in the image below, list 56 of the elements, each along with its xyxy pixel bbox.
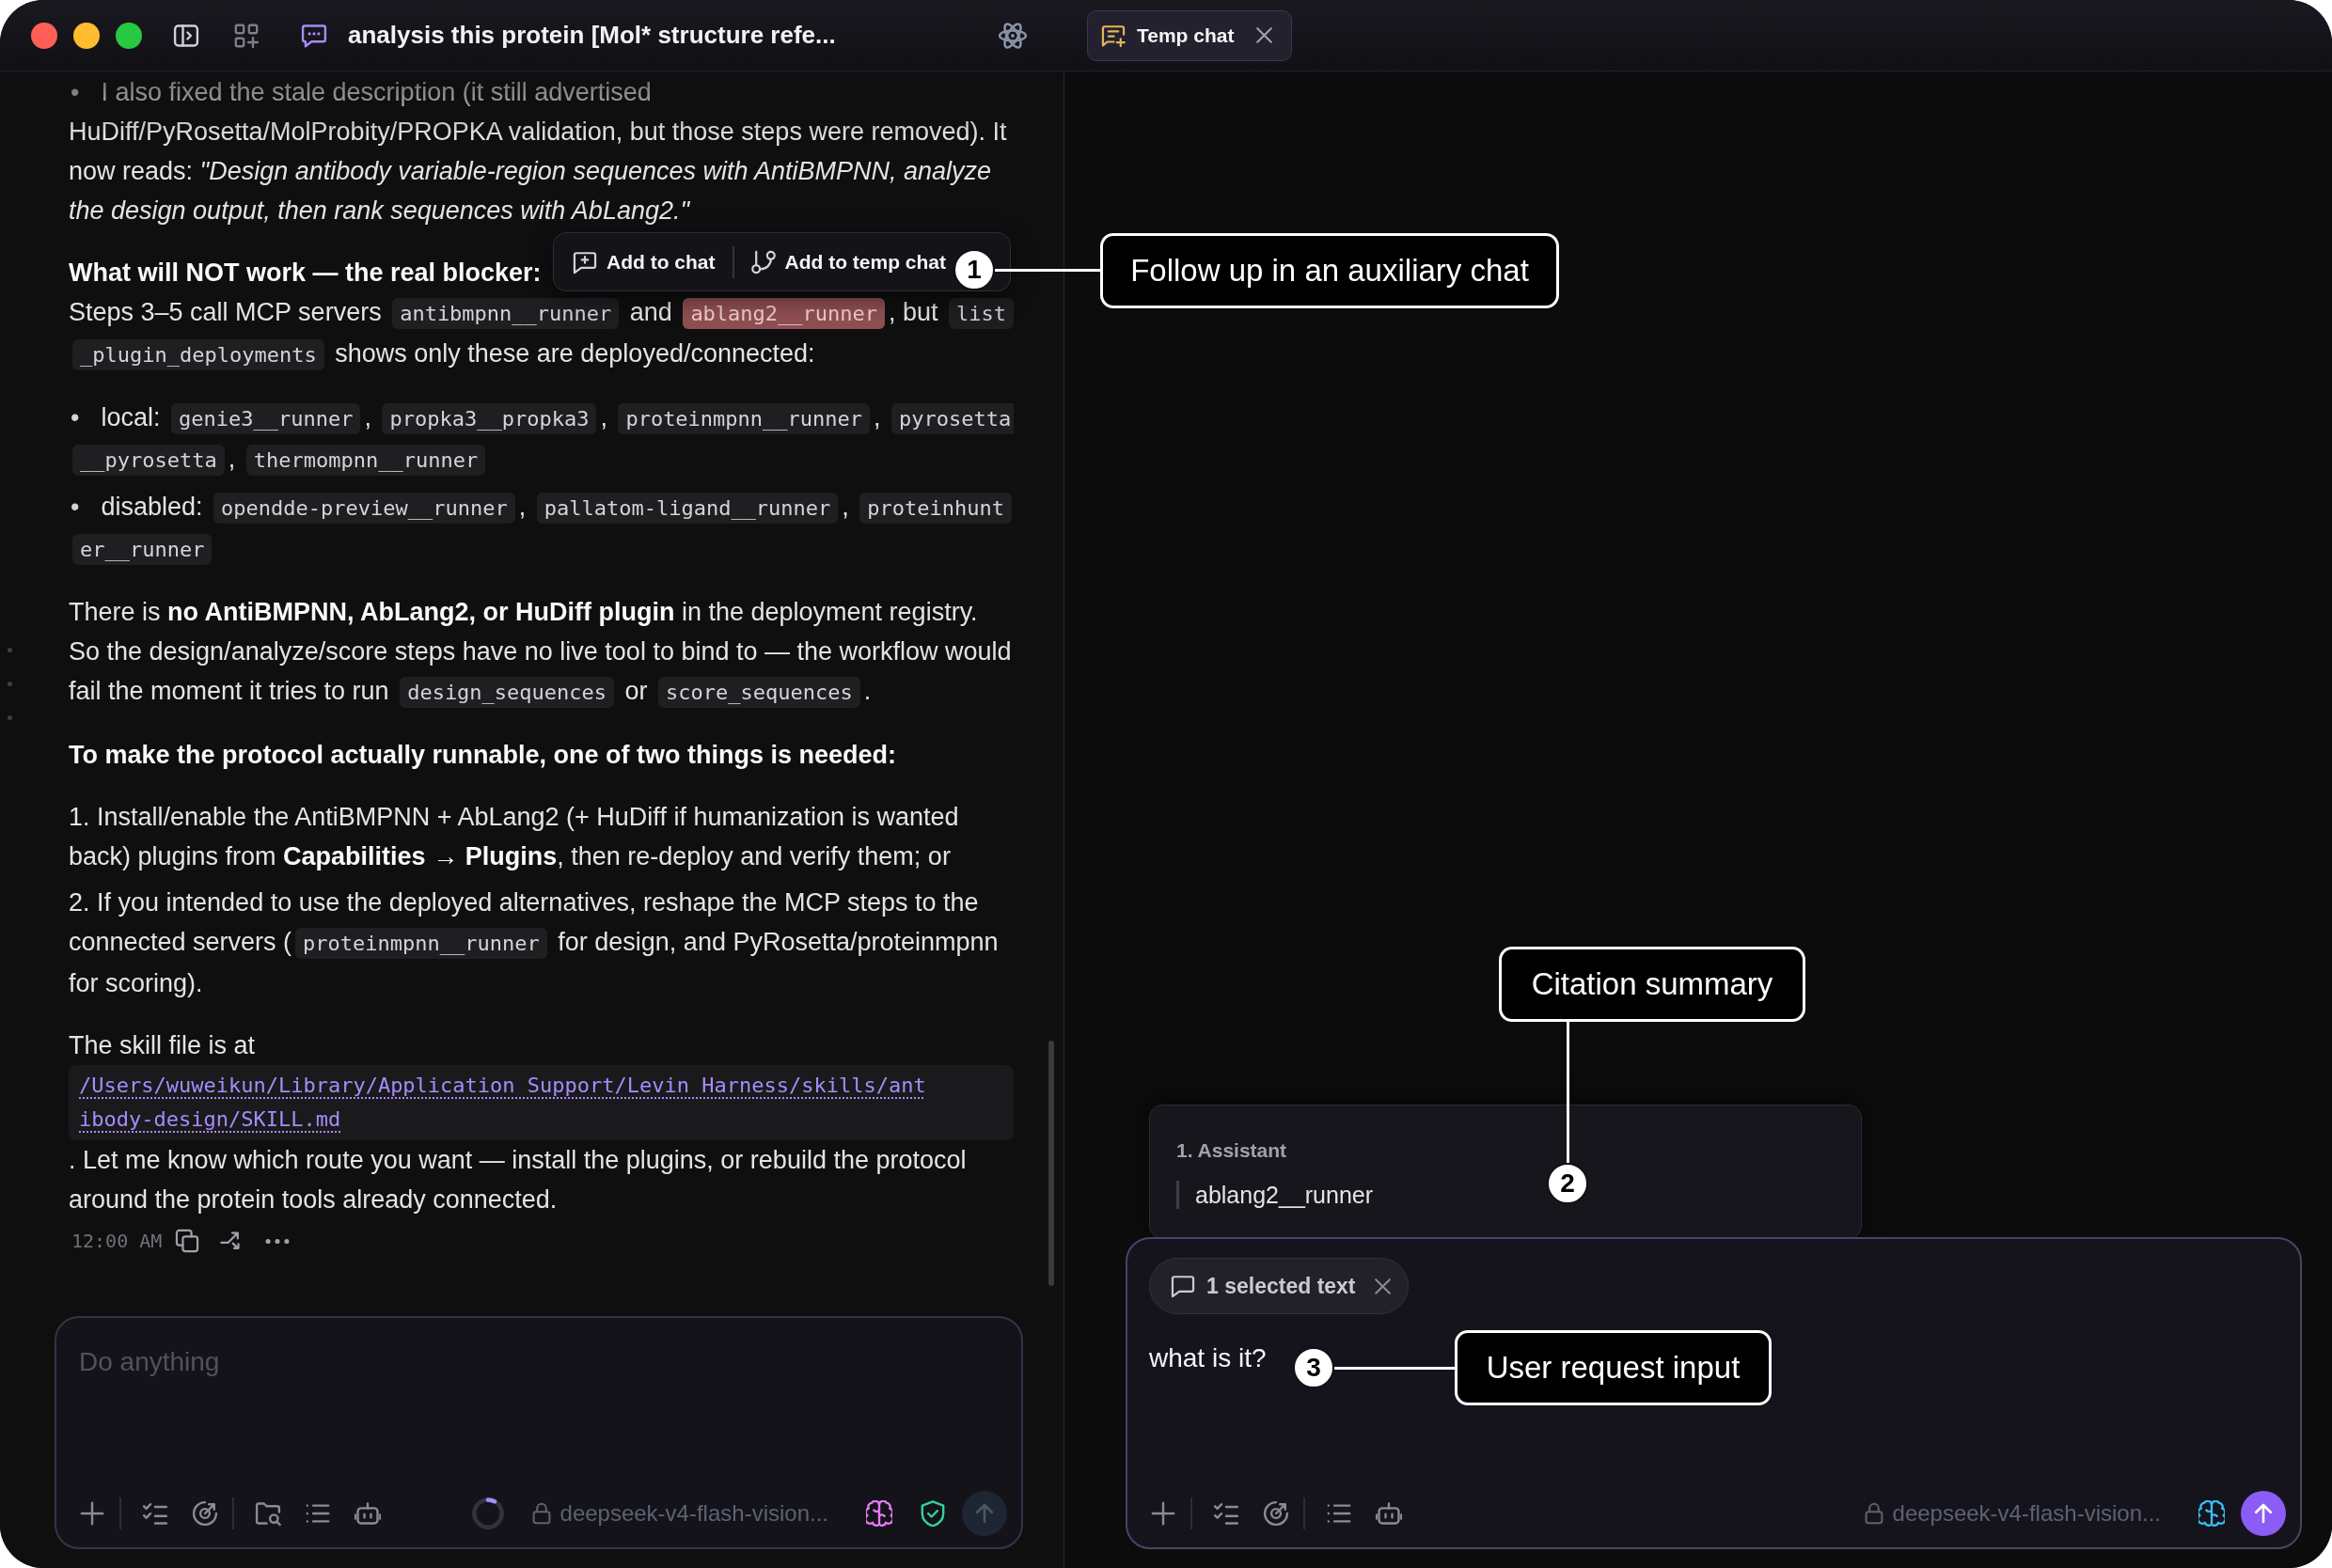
rail-dot-icon	[7, 715, 12, 720]
rail-dot-icon	[7, 682, 12, 686]
branch-icon	[750, 249, 776, 274]
paragraph-text: . Let me know which route you want — install the plugins, or rebuild the protocol around the protein tools already connected.	[69, 1145, 968, 1215]
brain-icon[interactable]	[866, 1500, 892, 1527]
message-timestamp: 12:00 AM	[71, 1229, 163, 1254]
window-minimize-button[interactable]	[73, 22, 100, 49]
rail-dot-icon	[7, 648, 12, 652]
chat-title: analysis this protein [Mol* structure refe...	[348, 21, 836, 50]
citation-quote: ablang2__runner	[1176, 1181, 1374, 1209]
shield-check-icon[interactable]	[920, 1500, 946, 1527]
close-icon[interactable]	[1374, 1278, 1391, 1294]
section-heading: To make the protocol actually runnable, one of two things is needed:	[69, 740, 898, 771]
paragraph-text: There is no AntiBMPNN, AbLang2, or HuDiff plugin in the deployment registry. So the design/analyze/score steps have no live tool to bind to — the workflow would fail the moment it tries to run design_sequences or score_sequences .	[69, 592, 1014, 713]
brain-icon[interactable]	[2198, 1500, 2225, 1527]
file-path-link[interactable]: /Users/wuweikun/Library/Application Support/Levin Harness/skills/antibody-design/SKILL.md	[79, 1069, 930, 1137]
close-icon[interactable]	[1256, 27, 1273, 43]
target-arrow-icon[interactable]	[1263, 1500, 1289, 1527]
add-to-temp-chat-button[interactable]: Add to temp chat	[747, 240, 950, 284]
callout-label: User request input	[1455, 1330, 1772, 1405]
chat-bubble-icon	[301, 22, 327, 49]
folder-search-icon[interactable]	[255, 1500, 281, 1527]
more-options-icon[interactable]	[265, 1237, 291, 1245]
atom-icon[interactable]	[999, 21, 1027, 50]
paragraph-text: The skill file is at	[69, 1030, 257, 1061]
scrollbar[interactable]	[1048, 1041, 1054, 1286]
list-item-text: 2. If you intended to use the deployed alternatives, reshape the MCP steps to the connected servers ( proteinmpnn__runner for design, and PyRosetta/proteinmpnn for scoring).	[69, 887, 1000, 999]
message-plus-icon	[573, 249, 597, 274]
list-item-text: • I also fixed the stale description (it still advertised HuDiff/PyRosetta/MolProbity/PROPKA validation, but those steps were removed). It now reads: "Design antibody variable-region sequences with AntiBMPNN, analyze the design output, then rank sequences with AbLang2."	[69, 77, 1008, 227]
list-item-text: 1. Install/enable the AntiBMPNN + AbLang2 (+ HuDiff if humanization is wanted back) plugins from Capabilities → Plugins, then re-deploy and verify them; or	[69, 802, 960, 872]
window-close-button[interactable]	[31, 22, 57, 49]
message-input[interactable]: what is it?	[1149, 1339, 1267, 1378]
callout-label: Citation summary	[1499, 947, 1805, 1022]
speech-bubble-icon	[1171, 1274, 1195, 1298]
robot-icon[interactable]	[1376, 1500, 1402, 1527]
context-usage-meter	[470, 1497, 505, 1530]
plus-icon[interactable]	[1150, 1500, 1176, 1527]
section-heading: What will NOT work — the real blocker:	[69, 258, 542, 289]
robot-icon[interactable]	[355, 1500, 381, 1527]
checklist-icon[interactable]	[142, 1500, 168, 1527]
window-zoom-button[interactable]	[116, 22, 142, 49]
add-to-chat-button[interactable]: Add to chat	[569, 240, 719, 284]
arrow-up-icon	[973, 1502, 996, 1525]
arrow-up-icon	[2252, 1502, 2275, 1525]
send-button[interactable]	[2241, 1491, 2286, 1536]
checklist-icon[interactable]	[1213, 1500, 1239, 1527]
plus-icon[interactable]	[79, 1500, 105, 1527]
target-arrow-icon[interactable]	[192, 1500, 218, 1527]
callout-label: Follow up in an auxiliary chat	[1100, 233, 1559, 308]
citation-source: 1. Assistant	[1176, 1138, 1287, 1163]
copy-icon[interactable]	[175, 1229, 200, 1253]
message-plus-icon	[1101, 23, 1126, 48]
attachment-label: 1 selected text	[1206, 1273, 1356, 1299]
sidebar-toggle-icon[interactable]	[173, 22, 199, 49]
temp-chat-tab[interactable]: Temp chat	[1087, 9, 1293, 61]
grid-plus-icon[interactable]	[233, 22, 260, 49]
